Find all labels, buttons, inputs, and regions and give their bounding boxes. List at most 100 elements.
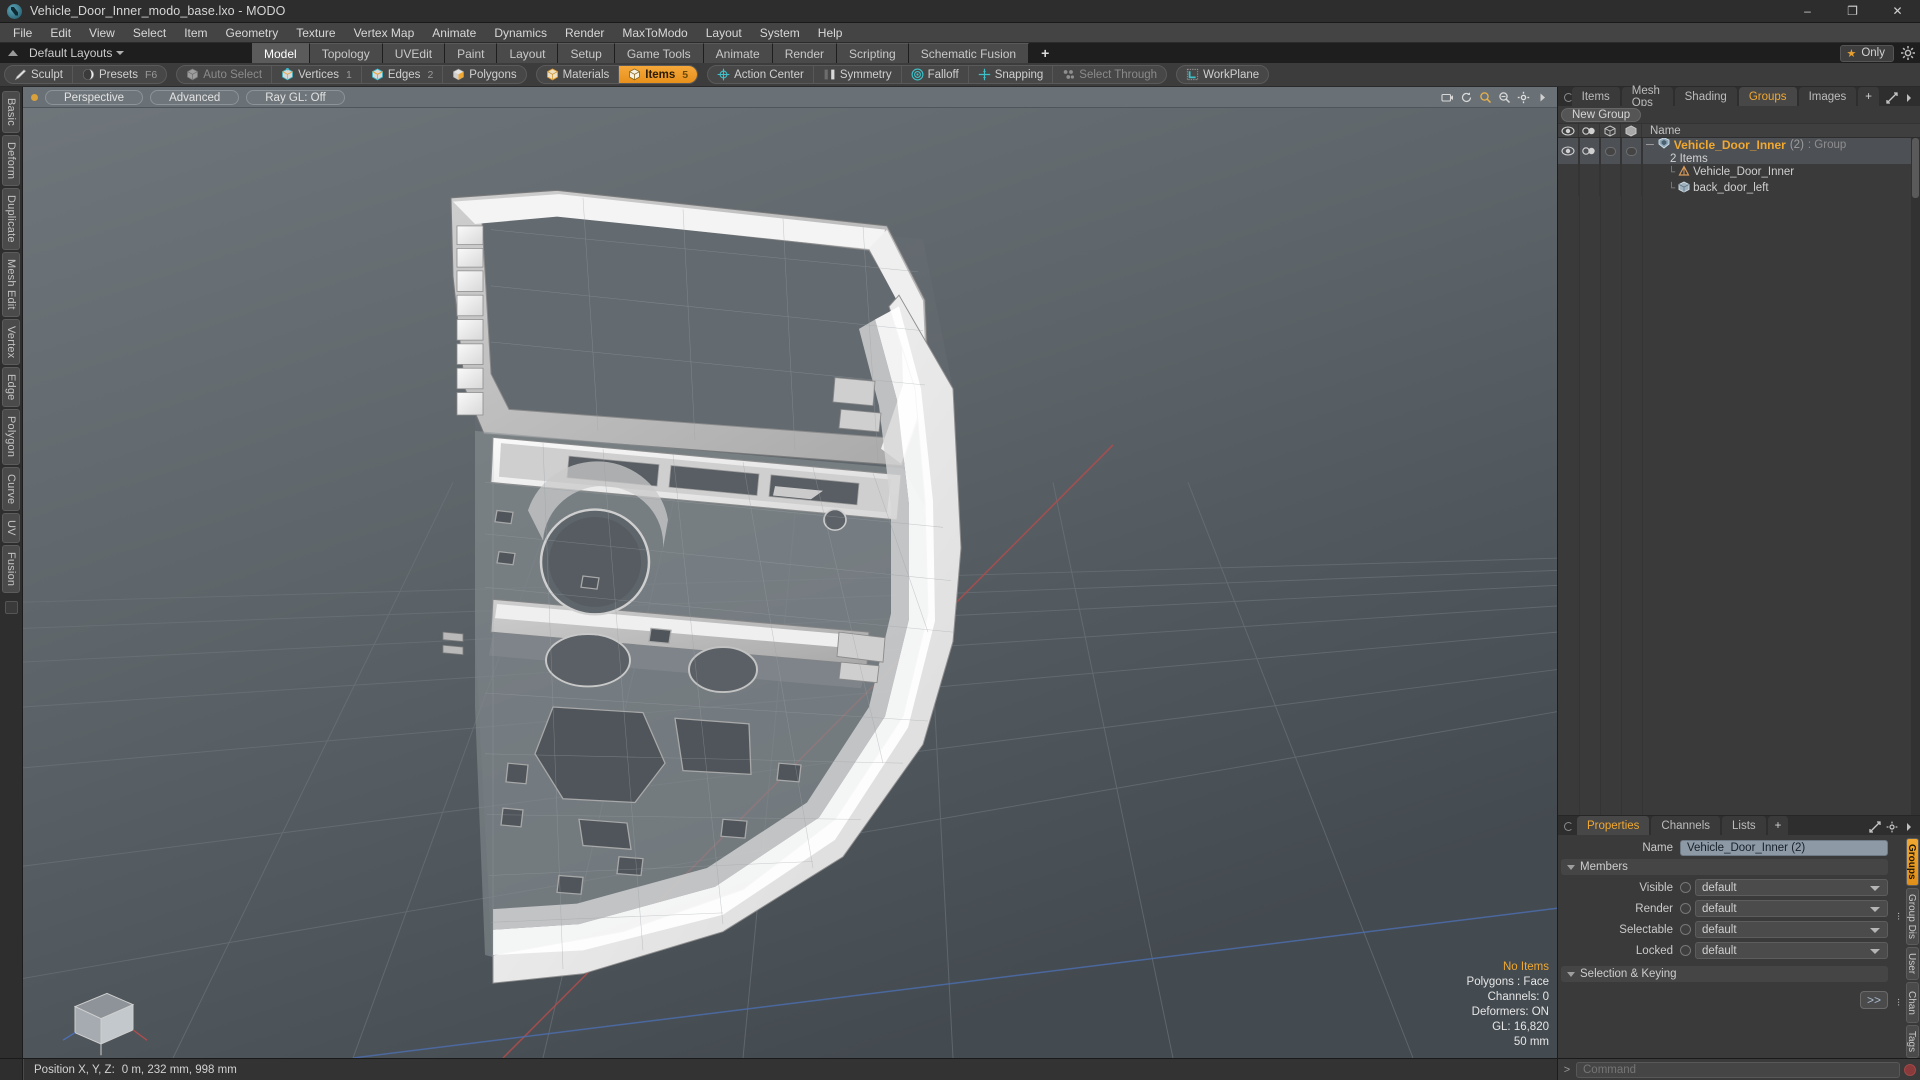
left-tab-basic[interactable]: Basic [2,91,20,133]
new-group-button[interactable]: New Group [1561,107,1642,122]
group-expand-dash-icon[interactable]: ─ [1646,139,1654,151]
minimize-button[interactable]: – [1785,0,1830,22]
panel-tab-shading[interactable]: Shading [1674,87,1738,106]
3d-viewport[interactable]: Perspective Advanced Ray GL: Off No Item… [23,87,1557,1058]
group-wireframe-toggle[interactable] [1600,138,1621,164]
column-wireframe-icon[interactable] [1600,124,1621,137]
add-properties-tab-button[interactable]: + [1767,816,1790,835]
selection-keying-section-header[interactable]: Selection & Keying [1561,966,1888,982]
camera-icon[interactable] [1441,91,1454,104]
properties-tab-lists[interactable]: Lists [1722,816,1767,835]
panel-tab-images[interactable]: Images [1798,87,1858,106]
layout-tab-scripting[interactable]: Scripting [837,43,909,63]
properties-side-tab-user[interactable]: User [1906,947,1919,981]
panel-tab-items[interactable]: Items [1571,87,1621,106]
only-toggle-button[interactable]: ★ Only [1840,44,1894,62]
panel-menu-icon[interactable] [1562,92,1573,102]
group-tree[interactable]: ─ Vehicle_Door_Inner (2) : Group 2 Items [1558,138,1920,815]
left-tab-mesh-edit[interactable]: Mesh Edit [2,251,20,317]
left-tab-duplicate[interactable]: Duplicate [2,188,20,250]
menu-item-system[interactable]: System [751,24,809,42]
left-tab-polygon[interactable]: Polygon [2,409,20,465]
left-tab-edge[interactable]: Edge [2,366,20,408]
expand-more-button[interactable]: >> [1860,991,1888,1009]
child0-visible-cell[interactable] [1558,164,1579,180]
command-input[interactable] [1576,1061,1900,1078]
viewport-gear-icon[interactable] [1517,91,1530,104]
panel-tab-mesh-ops[interactable]: Mesh Ops [1621,85,1674,109]
column-visible-eye-icon[interactable] [1558,124,1579,137]
menu-item-render[interactable]: Render [556,24,613,42]
menu-item-vertex-map[interactable]: Vertex Map [345,24,424,42]
toolbar-button-polygons[interactable]: Polygons [443,66,525,83]
toolbar-button-falloff[interactable]: Falloff [902,66,969,83]
layout-tab-layout[interactable]: Layout [497,43,559,63]
properties-chevron-right-icon[interactable] [1903,820,1915,832]
tree-scrollbar[interactable] [1911,138,1920,815]
toolbar-button-presets[interactable]: Presets F6 [73,66,166,83]
column-shaded-icon[interactable] [1621,124,1642,137]
chevron-down-icon[interactable] [116,51,125,55]
search-icon[interactable] [1479,91,1492,104]
members-section-header[interactable]: Members [1561,859,1888,875]
menu-item-maxtomodo[interactable]: MaxToModo [613,24,696,42]
property-select-render[interactable]: default [1695,900,1888,917]
layout-tab-game-tools[interactable]: Game Tools [614,43,704,63]
left-strip-handle[interactable] [4,600,18,614]
group-shaded-toggle[interactable] [1621,138,1642,164]
expand-panel-icon[interactable] [1886,91,1898,104]
left-tab-curve[interactable]: Curve [2,466,20,511]
left-tab-deform[interactable]: Deform [2,134,20,187]
properties-tab-properties[interactable]: Properties [1577,816,1651,835]
child1-wire-cell[interactable] [1600,180,1621,196]
tree-row-child-0[interactable]: └ Vehicle_Door_Inner [1558,164,1920,180]
properties-tab-channels[interactable]: Channels [1651,816,1722,835]
toolbar-button-action-center[interactable]: Action Center [708,66,814,83]
viewport-canvas[interactable] [23,108,1557,1058]
menu-item-dynamics[interactable]: Dynamics [485,24,556,42]
refresh-icon[interactable] [1460,91,1473,104]
chevron-right-icon[interactable] [1536,91,1549,104]
panel-chevron-right-icon[interactable] [1903,91,1915,103]
property-enable-radio-render[interactable] [1680,903,1691,914]
menu-item-file[interactable]: File [4,24,41,42]
tree-scrollbar-thumb[interactable] [1912,138,1919,198]
child0-wire-cell[interactable] [1600,164,1621,180]
viewport-view-button[interactable]: Perspective [45,89,144,105]
toolbar-button-vertices[interactable]: Vertices 1 [272,66,362,83]
toolbar-button-symmetry[interactable]: Symmetry [814,66,902,83]
viewport-raygl-button[interactable]: Ray GL: Off [246,89,345,105]
child1-visible-cell[interactable] [1558,180,1579,196]
layout-tab-schematic-fusion[interactable]: Schematic Fusion [908,43,1030,63]
child1-shade-cell[interactable] [1621,180,1642,196]
column-render-icon[interactable] [1579,124,1600,137]
layout-tab-model[interactable]: Model [252,43,310,63]
left-tab-vertex[interactable]: Vertex [2,318,20,365]
toolbar-button-sculpt[interactable]: Sculpt [5,66,73,83]
toolbar-button-edges[interactable]: Edges 2 [362,66,444,83]
properties-side-tab-chan[interactable]: Chan ... [1895,982,1919,1023]
tree-row-child-1[interactable]: └ back_door_left [1558,180,1920,196]
menu-item-edit[interactable]: Edit [41,24,80,42]
properties-side-tab-tags[interactable]: Tags [1906,1024,1919,1058]
tree-row-group[interactable]: ─ Vehicle_Door_Inner (2) : Group 2 Items [1558,138,1920,165]
group-visible-toggle[interactable] [1558,138,1579,164]
collapse-up-icon[interactable] [6,46,20,60]
layout-tab-setup[interactable]: Setup [558,43,615,63]
toolbar-button-items[interactable]: Items 5 [619,66,698,83]
add-panel-tab-button[interactable]: + [1858,87,1880,106]
layout-tab-animate[interactable]: Animate [703,43,773,63]
child0-shade-cell[interactable] [1621,164,1642,180]
default-layouts-label[interactable]: Default Layouts [29,46,112,60]
toolbar-button-materials[interactable]: Materials [537,66,620,83]
record-macro-icon[interactable] [1904,1063,1916,1076]
menu-item-animate[interactable]: Animate [423,24,485,42]
layout-tab-render[interactable]: Render [772,43,838,63]
panel-tab-groups[interactable]: Groups [1738,87,1798,106]
menu-item-item[interactable]: Item [175,24,216,42]
menu-item-texture[interactable]: Texture [287,24,344,42]
properties-side-tab-group-dis[interactable]: Group Dis ... [1895,887,1919,946]
properties-menu-icon[interactable] [1562,821,1575,831]
preferences-gear-icon[interactable] [1900,45,1916,61]
menu-item-geometry[interactable]: Geometry [217,24,288,42]
